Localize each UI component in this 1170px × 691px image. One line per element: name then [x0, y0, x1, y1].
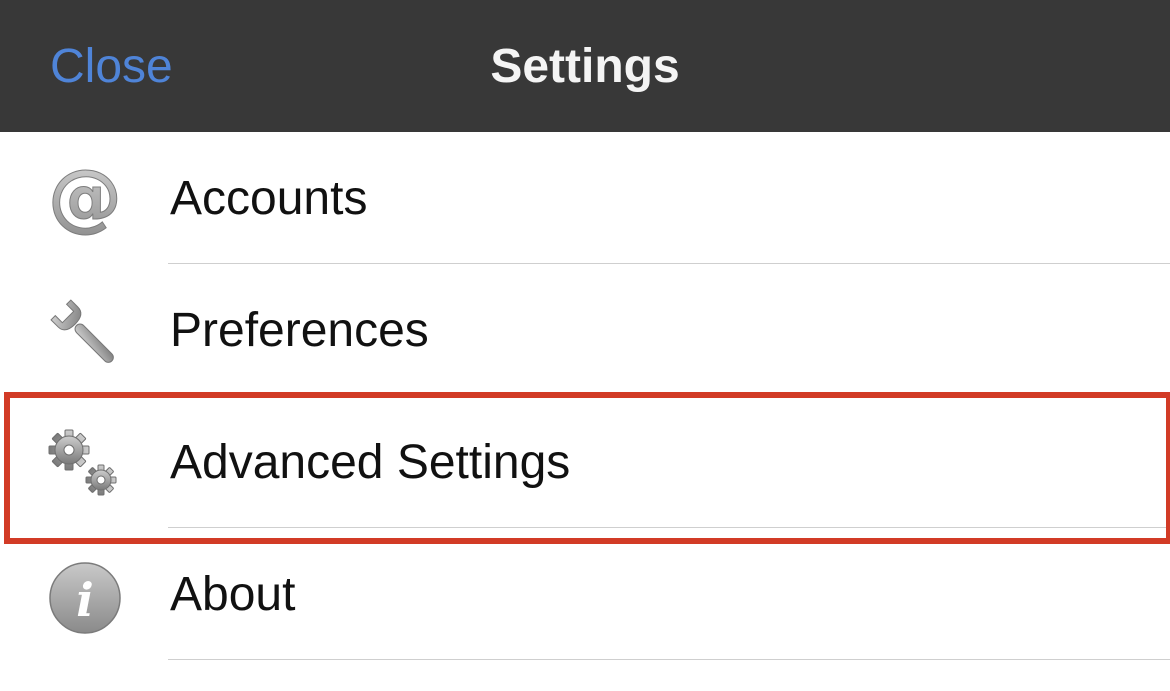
close-button[interactable]: Close — [50, 38, 173, 96]
navigation-bar: Close Settings — [0, 0, 1170, 132]
settings-list: @ Accounts Preferences Advanced Settings… — [0, 132, 1170, 660]
settings-screen: Close Settings @ Accounts Preferences Ad… — [0, 0, 1170, 691]
row-divider — [168, 659, 1170, 660]
settings-item-label: Preferences — [170, 304, 429, 357]
settings-item-label: About — [170, 568, 296, 621]
settings-item-advanced-settings[interactable]: Advanced Settings — [0, 396, 1170, 528]
settings-item-label: Advanced Settings — [170, 436, 571, 489]
settings-item-preferences[interactable]: Preferences — [0, 264, 1170, 396]
wrench-icon — [47, 296, 123, 372]
svg-text:i: i — [76, 573, 93, 627]
at-sign-icon: @ — [47, 164, 123, 240]
settings-item-about[interactable]: i About — [0, 528, 1170, 660]
info-icon: i — [47, 560, 123, 636]
settings-item-label: Accounts — [170, 172, 368, 225]
page-title: Settings — [490, 40, 680, 93]
gears-icon — [47, 428, 123, 504]
svg-text:@: @ — [48, 164, 122, 240]
settings-item-accounts[interactable]: @ Accounts — [0, 132, 1170, 264]
